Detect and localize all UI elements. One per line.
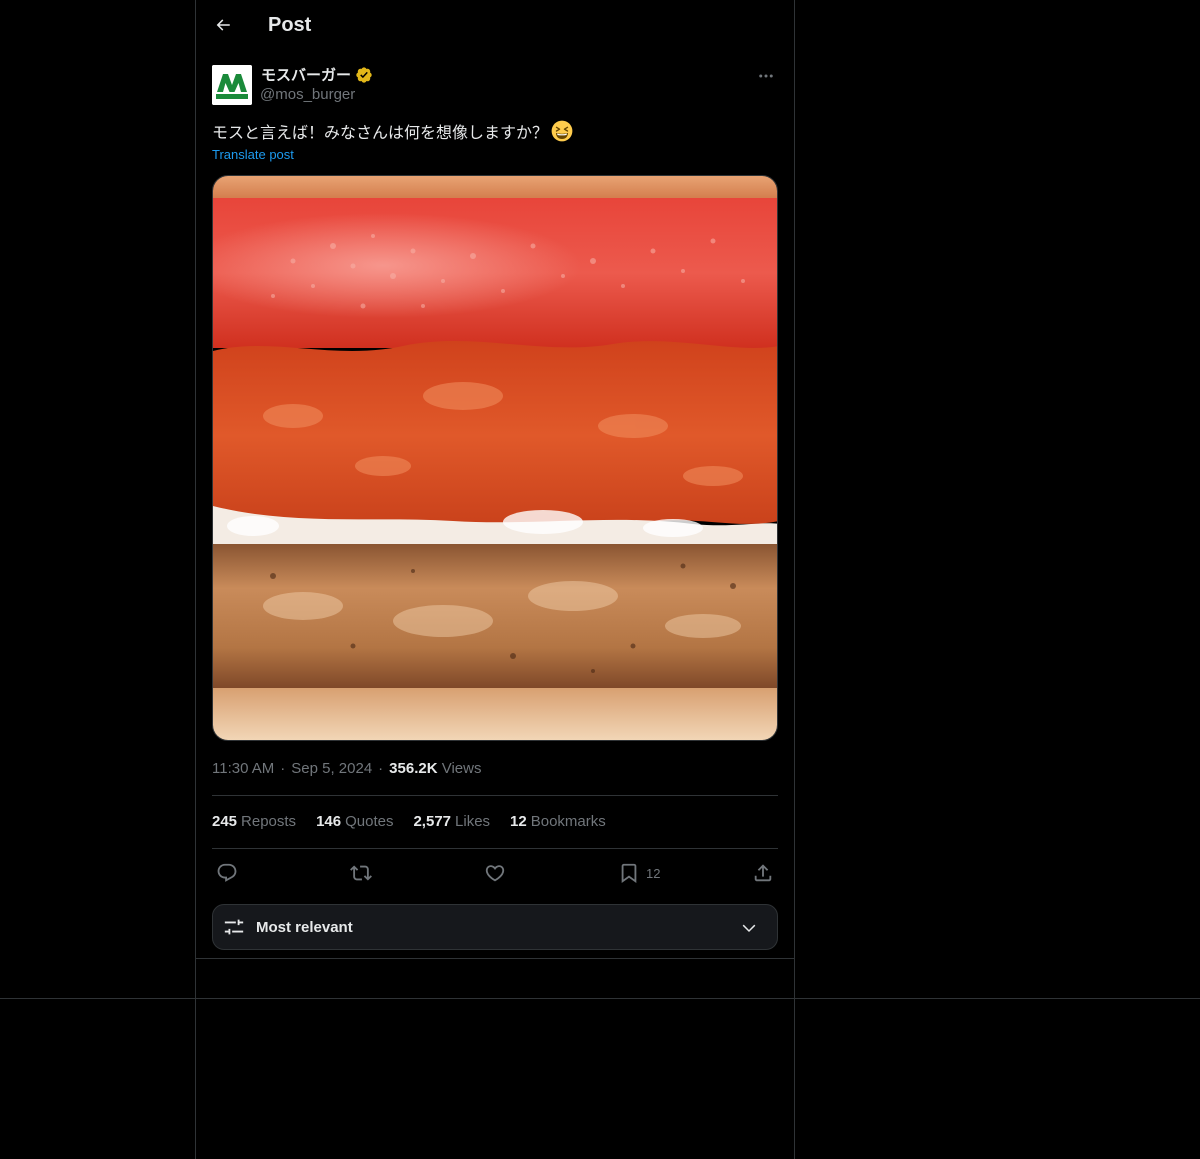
- arrow-left-icon: [216, 19, 230, 31]
- bookmark-button[interactable]: 12: [618, 858, 660, 888]
- bookmark-icon: [621, 863, 637, 884]
- stat-reposts[interactable]: 245 Reposts: [212, 813, 296, 830]
- post-time[interactable]: 11:30 AM: [212, 760, 274, 777]
- more-dots-icon: [759, 74, 773, 78]
- stats-divider: [212, 848, 778, 849]
- page-title: Post: [268, 14, 312, 36]
- page-divider: [0, 998, 1200, 999]
- bookmark-count: 12: [646, 865, 661, 881]
- post-author: モスバーガー @mos_burger: [212, 64, 778, 108]
- author-name-row[interactable]: モスバーガー: [261, 64, 373, 85]
- column-bottom-divider: [196, 958, 794, 959]
- page: Post モスバーガー @mos_burger モスと言えば！みなさんは何を想像…: [0, 0, 1200, 1159]
- meta-divider: [212, 795, 778, 796]
- post-actions: 12: [212, 858, 778, 888]
- mos-burger-logo: [212, 65, 252, 105]
- share-button[interactable]: [752, 858, 774, 888]
- avatar[interactable]: [212, 65, 252, 105]
- post-header: Post: [196, 0, 794, 54]
- reply-button[interactable]: [216, 858, 238, 888]
- verified-badge-icon: [356, 66, 372, 83]
- meta-separator: ·: [378, 760, 384, 777]
- burger-photo: [213, 176, 777, 740]
- author-name[interactable]: モスバーガー: [261, 64, 351, 85]
- back-button[interactable]: [206, 8, 240, 42]
- translate-post-link[interactable]: Translate post: [212, 147, 294, 162]
- stat-quotes[interactable]: 146 Quotes: [316, 813, 393, 830]
- meta-separator: ·: [280, 760, 286, 777]
- more-options-button[interactable]: [754, 64, 778, 88]
- post-text-content: モスと言えば！みなさんは何を想像しますか？: [212, 123, 549, 142]
- stat-likes[interactable]: 2,577 Likes: [413, 813, 490, 830]
- post-text: モスと言えば！みなさんは何を想像しますか？: [212, 119, 778, 143]
- like-button[interactable]: [484, 858, 506, 888]
- views-label: Views: [441, 760, 482, 777]
- repost-button[interactable]: [350, 858, 372, 888]
- reply-icon: [217, 863, 237, 882]
- post-image[interactable]: [212, 175, 778, 741]
- grinning-squinting-face-icon: [551, 120, 573, 142]
- views-count: 356.2K: [389, 760, 438, 777]
- author-handle[interactable]: @mos_burger: [260, 86, 355, 103]
- post-stats: 245 Reposts 146 Quotes 2,577 Likes 12 Bookma…: [212, 813, 606, 830]
- share-icon: [754, 864, 772, 882]
- chevron-down-icon: [742, 924, 756, 933]
- heart-icon: [485, 865, 505, 882]
- stat-bookmarks[interactable]: 12 Bookmarks: [510, 813, 606, 830]
- repost-icon: [350, 865, 372, 881]
- post-meta: 11:30 AM · Sep 5, 2024 · 356.2K Views: [212, 760, 481, 777]
- reply-sort-dropdown[interactable]: Most relevant: [212, 904, 778, 950]
- post-date[interactable]: Sep 5, 2024: [291, 760, 372, 777]
- sliders-icon: [224, 919, 244, 935]
- sort-label: Most relevant: [256, 919, 353, 936]
